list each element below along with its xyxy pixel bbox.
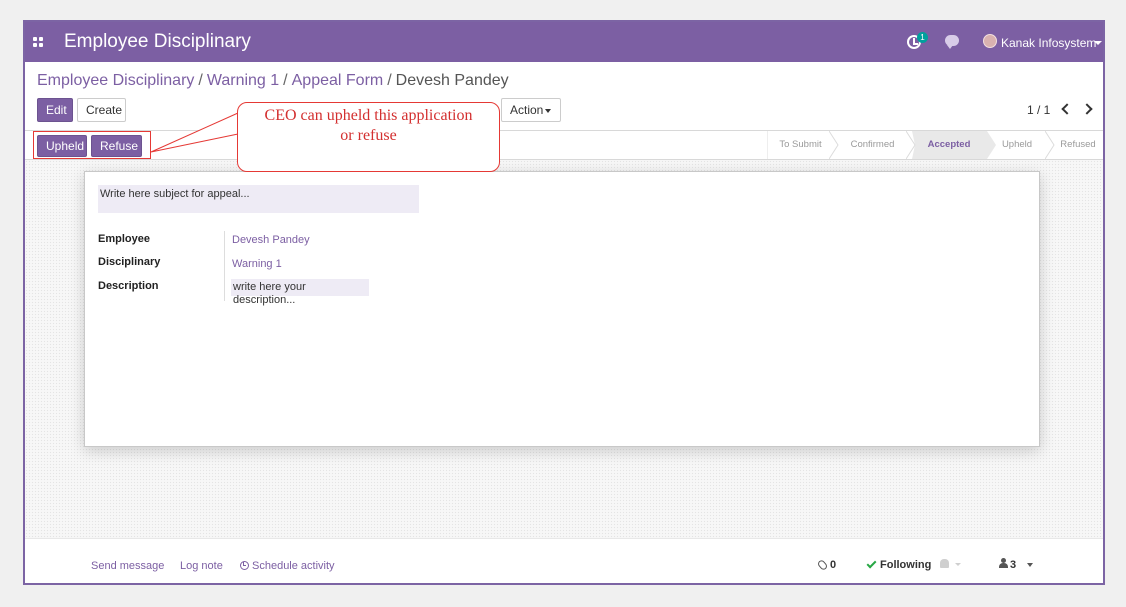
bell-icon[interactable]: [940, 559, 949, 568]
activity-count-badge: 1: [917, 32, 928, 43]
breadcrumb-separator: /: [387, 72, 392, 89]
breadcrumb: Employee Disciplinary / Warning 1/Appeal F…: [37, 72, 509, 90]
chat-bubble-icon[interactable]: [945, 35, 959, 49]
employee-label: Employee: [98, 233, 150, 245]
top-navbar: Employee Disciplinary 1 Kanak Infosystem: [25, 22, 1103, 62]
status-step-divider: [767, 131, 768, 159]
breadcrumb-item-warning[interactable]: Warning 1: [207, 72, 279, 89]
pager-value[interactable]: 1 / 1: [1027, 103, 1050, 117]
send-message-button[interactable]: Send message: [91, 560, 164, 572]
description-input[interactable]: write here your description...: [231, 279, 369, 306]
status-steps: To Submit Confirmed Accepted Upheld Refu…: [767, 131, 1103, 159]
breadcrumb-current: Devesh Pandey: [395, 72, 509, 89]
annotation-text-line1: CEO can upheld this application: [264, 107, 473, 124]
user-menu-name[interactable]: Kanak Infosystem: [1001, 36, 1096, 50]
breadcrumb-item-appeal-form[interactable]: Appeal Form: [292, 72, 384, 89]
chevron-down-icon: [545, 109, 551, 113]
followers-caret-icon[interactable]: [1027, 563, 1033, 567]
schedule-activity-label: Schedule activity: [252, 560, 335, 572]
status-step-divider: [829, 131, 839, 159]
status-step-divider: [1045, 131, 1055, 159]
following-button[interactable]: Following: [880, 559, 931, 571]
status-step-to-submit[interactable]: To Submit: [767, 131, 834, 159]
followers-count[interactable]: 3: [1010, 559, 1016, 571]
create-button[interactable]: Create: [77, 98, 126, 122]
status-step-refused[interactable]: Refused: [1047, 131, 1103, 159]
pager-next-icon[interactable]: [1081, 102, 1095, 116]
status-step-accepted[interactable]: Accepted: [911, 131, 987, 159]
description-label: Description: [98, 280, 159, 292]
annotation-text-line2: or refuse: [340, 127, 397, 144]
apps-menu-icon[interactable]: [33, 37, 43, 47]
edit-button[interactable]: Edit: [37, 98, 73, 122]
user-menu-caret-icon[interactable]: [1094, 41, 1102, 45]
breadcrumb-separator: /: [198, 72, 203, 89]
annotation-callout: CEO can upheld this application or refus…: [237, 102, 500, 172]
app-window: Employee Disciplinary 1 Kanak Infosystem…: [23, 20, 1105, 585]
pager-previous-icon[interactable]: [1059, 102, 1073, 116]
field-divider: [224, 231, 225, 301]
employee-link[interactable]: Devesh Pandey: [232, 234, 310, 246]
subject-input[interactable]: Write here subject for appeal...: [98, 185, 419, 213]
disciplinary-link[interactable]: Warning 1: [232, 258, 282, 270]
action-dropdown-label: Action: [510, 103, 544, 117]
status-step-divider: [906, 131, 916, 159]
clock-icon: [240, 561, 249, 570]
action-dropdown-button[interactable]: Action: [501, 98, 561, 122]
notification-caret-icon[interactable]: [955, 563, 961, 566]
status-step-confirmed[interactable]: Confirmed: [834, 131, 911, 159]
followers-icon[interactable]: [999, 558, 1008, 569]
app-title: Employee Disciplinary: [64, 31, 251, 52]
status-step-divider: [987, 131, 996, 159]
form-sheet: Write here subject for appeal... Employe…: [84, 171, 1040, 447]
breadcrumb-separator: /: [283, 72, 288, 89]
schedule-activity-button[interactable]: Schedule activity: [240, 560, 335, 572]
breadcrumb-item-employee-disciplinary[interactable]: Employee Disciplinary: [37, 72, 194, 89]
disciplinary-label: Disciplinary: [98, 256, 161, 268]
user-avatar[interactable]: [983, 34, 997, 48]
annotation-highlight-box: [33, 131, 151, 159]
log-note-button[interactable]: Log note: [180, 560, 223, 572]
attachment-count[interactable]: 0: [830, 559, 836, 571]
